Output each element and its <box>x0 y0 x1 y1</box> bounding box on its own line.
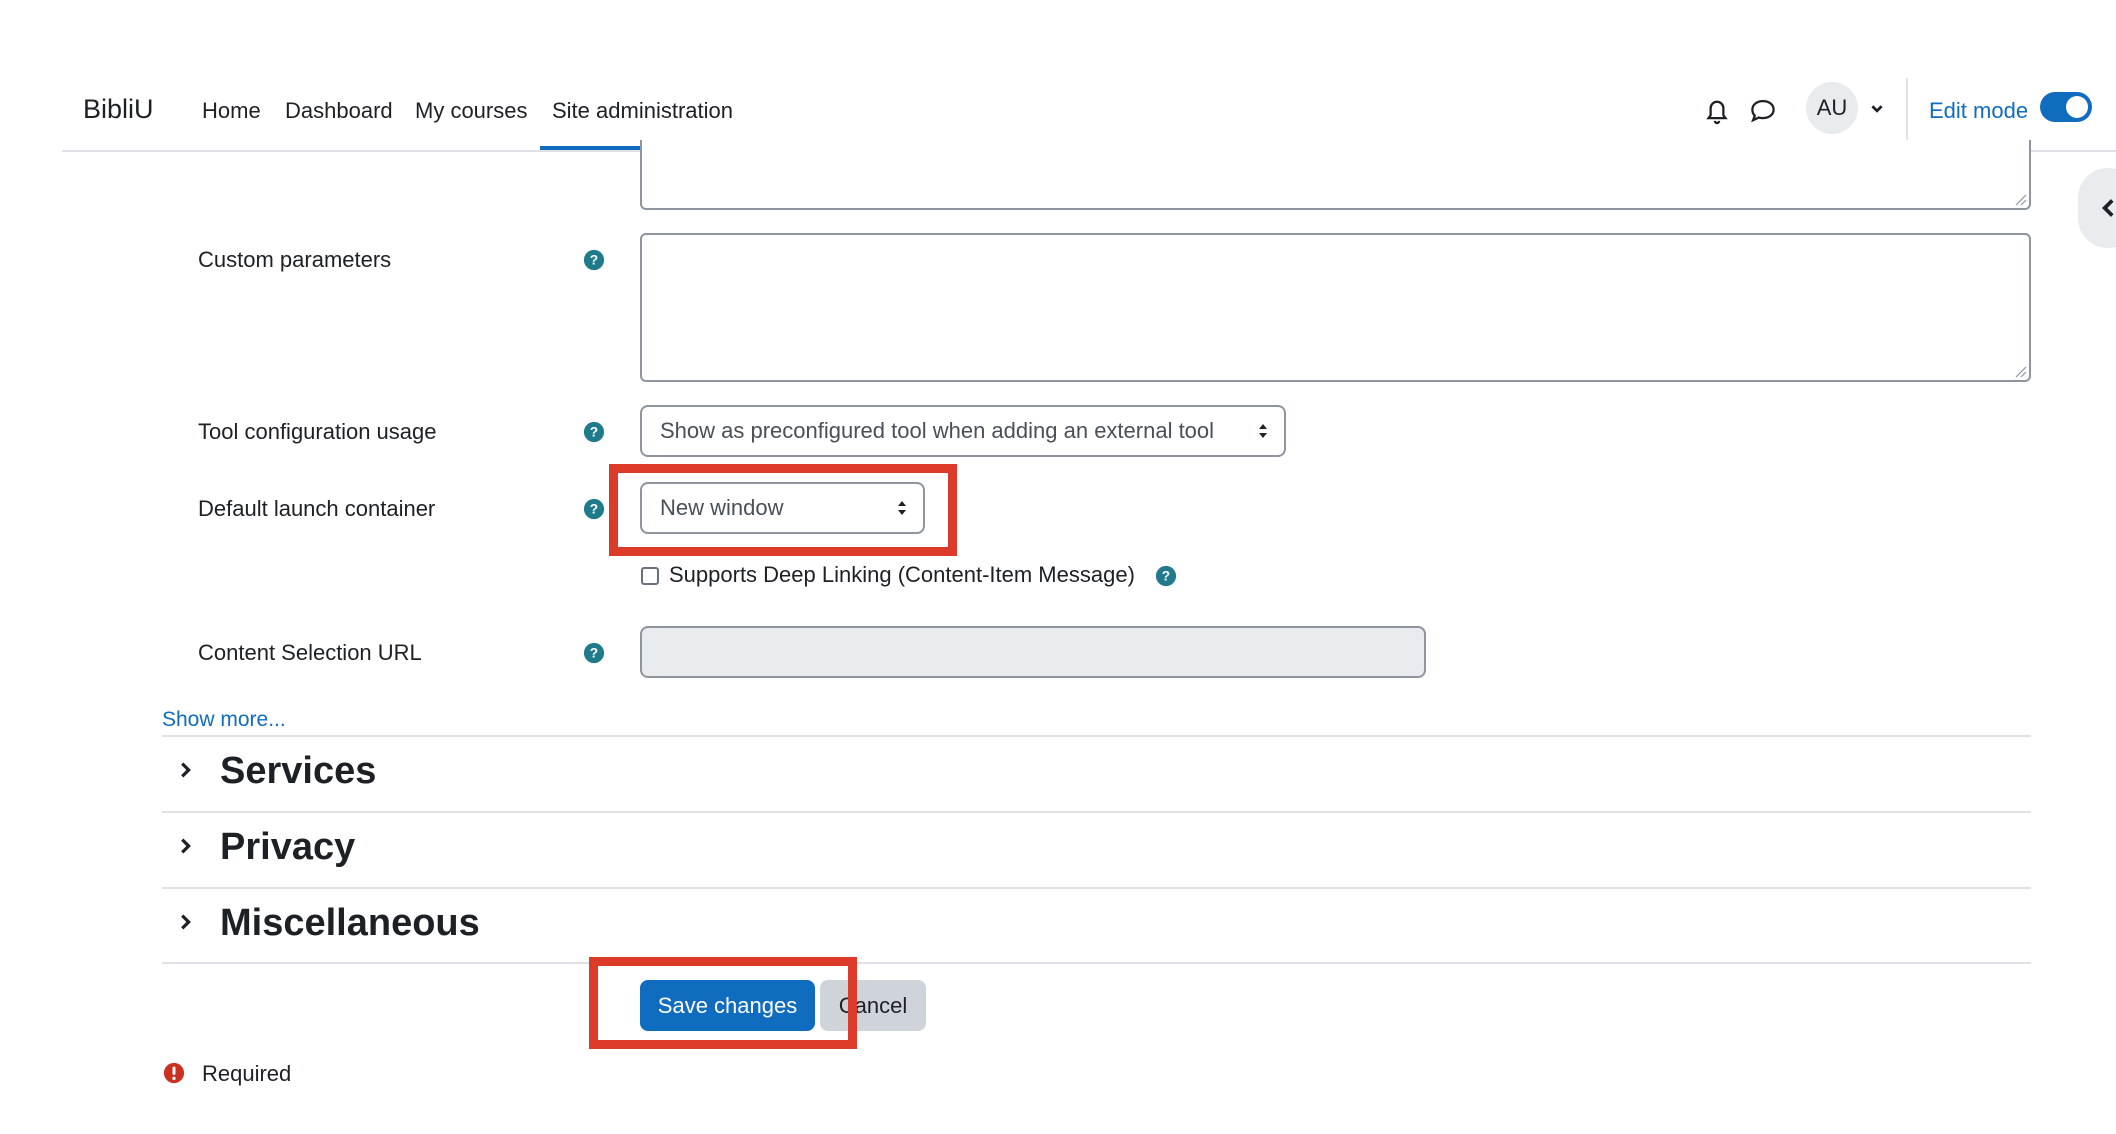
launch-container-label: Default launch container <box>198 496 436 521</box>
tool-config-usage-label: Tool configuration usage <box>198 419 437 444</box>
help-icon[interactable]: ? <box>583 642 605 664</box>
section-privacy[interactable]: Privacy <box>162 814 2031 884</box>
content-selection-url-label: Content Selection URL <box>198 640 422 665</box>
section-title: Services <box>220 750 377 792</box>
messages-icon[interactable] <box>1746 94 1780 128</box>
chevron-down-icon[interactable] <box>1866 98 1888 120</box>
section-title: Miscellaneous <box>220 902 480 944</box>
user-avatar[interactable]: AU <box>1806 82 1858 134</box>
section-divider <box>162 962 2031 964</box>
svg-text:?: ? <box>590 425 598 440</box>
help-icon[interactable]: ? <box>1155 565 1177 587</box>
section-divider <box>162 735 2031 737</box>
chevron-right-icon <box>181 762 191 778</box>
content-selection-url-input <box>640 626 1426 678</box>
svg-text:?: ? <box>1162 569 1170 584</box>
svg-text:?: ? <box>590 502 598 517</box>
cancel-button[interactable]: Cancel <box>820 980 926 1031</box>
chevron-right-icon <box>181 838 191 854</box>
resize-grip-icon[interactable] <box>2013 192 2027 206</box>
launch-container-value: New window <box>660 495 784 520</box>
section-miscellaneous[interactable]: Miscellaneous <box>162 890 2031 960</box>
required-icon <box>163 1062 185 1084</box>
tool-config-usage-value: Show as preconfigured tool when adding a… <box>660 418 1215 443</box>
edit-mode-toggle[interactable] <box>2040 92 2092 122</box>
custom-parameters-textarea[interactable] <box>640 233 2031 382</box>
section-title: Privacy <box>220 826 356 868</box>
chevron-right-icon <box>181 914 191 930</box>
section-divider <box>162 887 2031 889</box>
tool-config-usage-select[interactable]: Show as preconfigured tool when adding a… <box>640 405 1286 457</box>
required-legend-label: Required <box>202 1061 292 1086</box>
deep-linking-label[interactable]: Supports Deep Linking (Content-Item Mess… <box>669 562 1135 588</box>
help-icon[interactable]: ? <box>583 421 605 443</box>
launch-container-select[interactable]: New window <box>640 482 925 534</box>
help-icon[interactable]: ? <box>583 498 605 520</box>
toggle-knob <box>2066 96 2088 118</box>
show-more-link[interactable]: Show more... <box>162 708 286 732</box>
deep-linking-checkbox[interactable] <box>641 567 659 585</box>
notification-bell-icon[interactable] <box>1700 94 1734 128</box>
navbar-divider <box>1906 78 1908 140</box>
nav-site-administration[interactable]: Site administration <box>552 98 733 124</box>
site-brand[interactable]: BibliU <box>83 94 154 125</box>
nav-dashboard[interactable]: Dashboard <box>285 98 393 124</box>
section-divider <box>162 811 2031 813</box>
svg-text:?: ? <box>590 646 598 661</box>
select-arrows-icon <box>898 501 906 515</box>
previous-textarea[interactable] <box>640 140 2031 210</box>
custom-parameters-label: Custom parameters <box>198 247 392 272</box>
help-icon[interactable]: ? <box>583 249 605 271</box>
svg-text:?: ? <box>590 253 598 268</box>
nav-my-courses[interactable]: My courses <box>415 98 527 124</box>
select-arrows-icon <box>1259 424 1267 438</box>
save-changes-button[interactable]: Save changes <box>640 980 815 1031</box>
nav-home[interactable]: Home <box>202 98 261 124</box>
edit-mode-label[interactable]: Edit mode <box>1929 98 2028 124</box>
open-drawer-button[interactable] <box>2078 168 2116 248</box>
section-services[interactable]: Services <box>162 738 2031 808</box>
resize-grip-icon[interactable] <box>2013 364 2027 378</box>
chevron-left-icon <box>2101 199 2114 217</box>
